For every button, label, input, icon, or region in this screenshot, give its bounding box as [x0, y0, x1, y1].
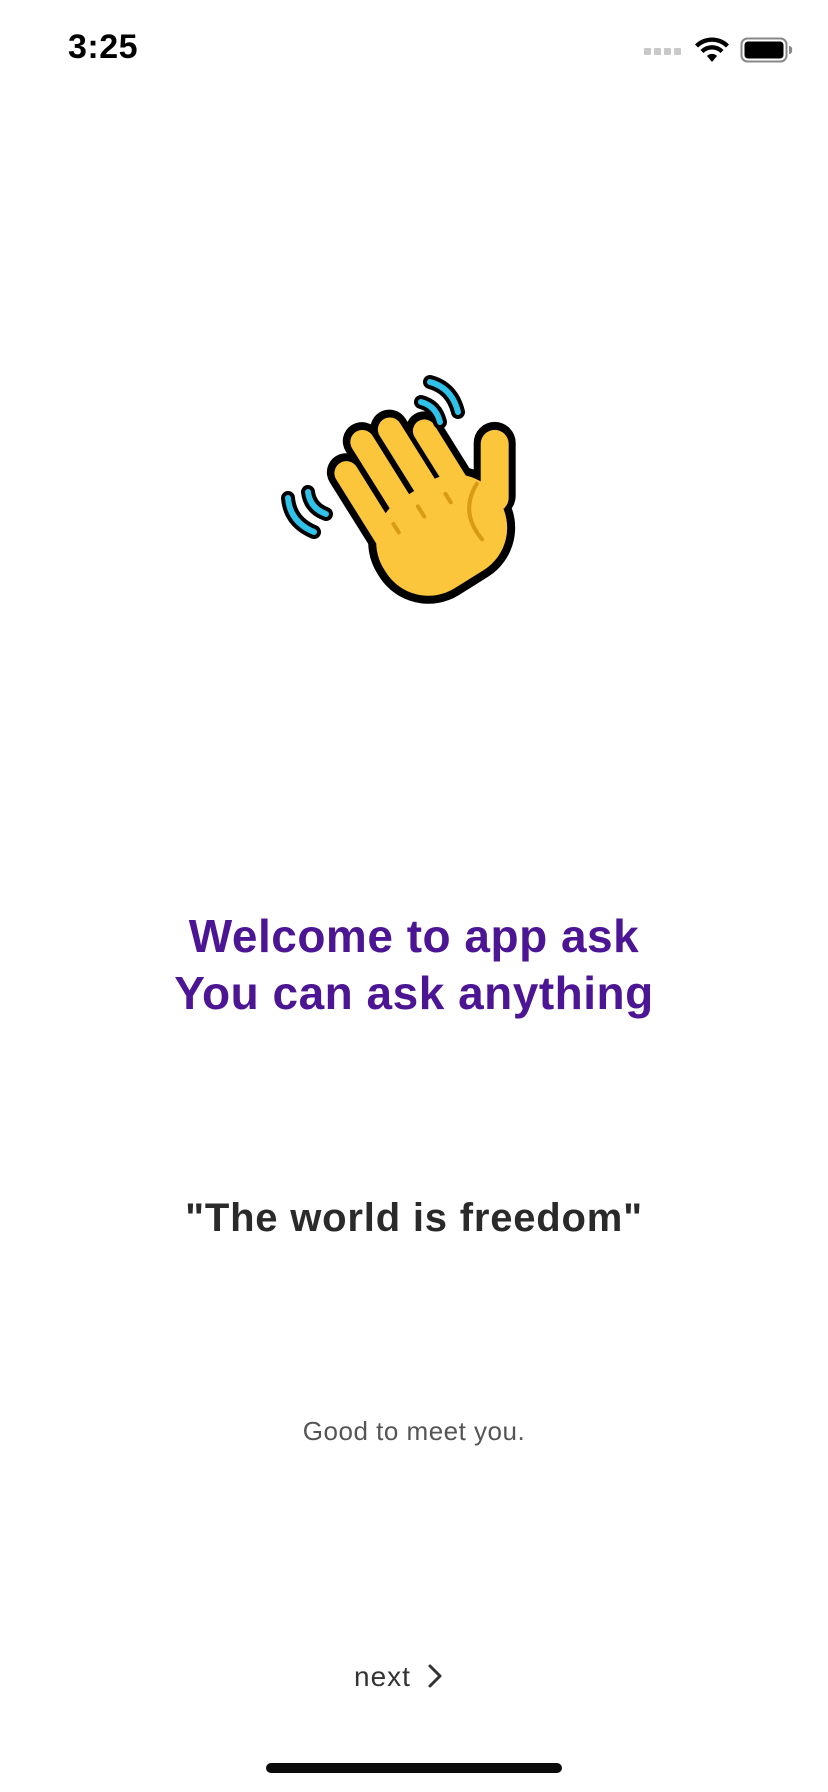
next-label: next	[354, 1661, 411, 1692]
quote-text: "The world is freedom"	[185, 1196, 643, 1240]
chevron-right-icon	[425, 1662, 445, 1693]
status-time: 3:25	[68, 28, 139, 66]
status-icons	[644, 36, 794, 69]
welcome-line-2: You can ask anything	[174, 967, 654, 1019]
cellular-signal-icon	[644, 44, 684, 62]
waving-hand-icon	[280, 360, 540, 620]
welcome-heading: Welcome to app ask You can ask anything	[0, 908, 828, 1022]
wifi-icon	[694, 36, 730, 69]
home-indicator[interactable]	[266, 1763, 562, 1773]
welcome-line-1: Welcome to app ask	[188, 910, 640, 962]
battery-icon	[740, 36, 794, 69]
status-bar: 3:25	[0, 0, 828, 100]
next-button[interactable]: next	[354, 1652, 445, 1702]
greeting-text: Good to meet you.	[302, 1416, 526, 1446]
